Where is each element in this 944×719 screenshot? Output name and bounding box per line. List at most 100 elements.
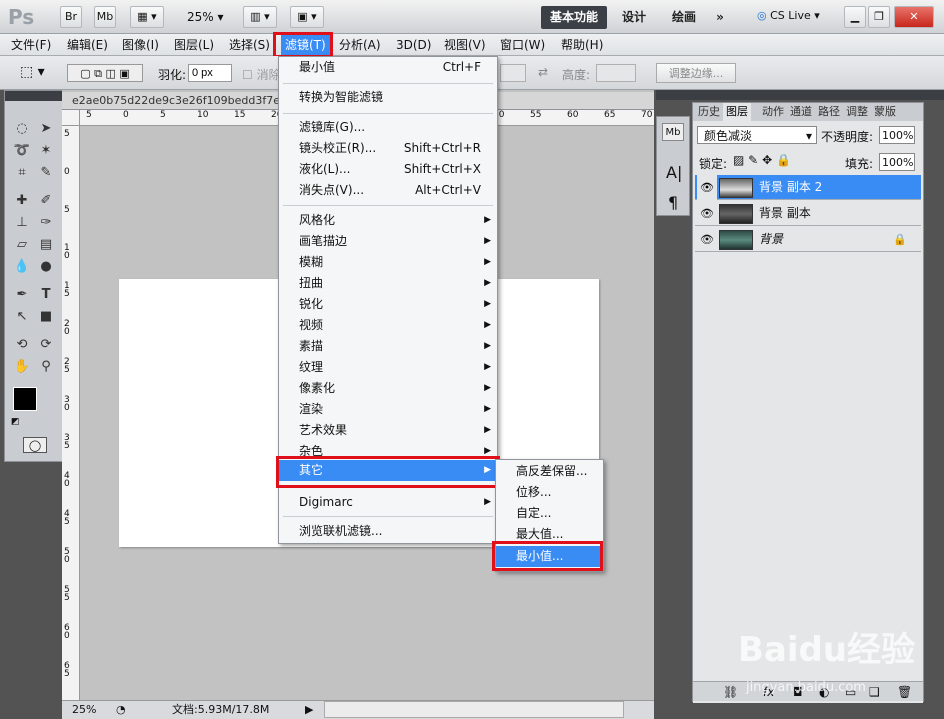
menu-view[interactable]: 视图(V) — [444, 34, 486, 56]
menu-file[interactable]: 文件(F) — [11, 34, 51, 56]
new-selection-icon[interactable]: ▢ — [80, 67, 90, 80]
menu-image[interactable]: 图像(I) — [122, 34, 159, 56]
zoom-level-dropdown[interactable]: 25% ▾ — [187, 10, 224, 24]
intersect-selection-icon[interactable]: ▣ — [119, 67, 129, 80]
blur-tool-icon[interactable]: 💧 — [11, 257, 33, 277]
hand-tool-icon[interactable]: ✋ — [11, 357, 33, 377]
tools-panel-header[interactable] — [5, 91, 65, 101]
gradient-tool-icon[interactable]: ▤ — [35, 235, 57, 255]
tab-paths[interactable]: 路径 — [815, 103, 843, 121]
brush-tool-icon[interactable]: ✐ — [35, 191, 57, 211]
tab-adjustments[interactable]: 调整 — [843, 103, 871, 121]
layer-row[interactable]: 👁 背景 副本 2 — [695, 175, 921, 200]
foreground-color-swatch[interactable] — [13, 387, 37, 411]
default-colors-icon[interactable]: ◩ — [11, 417, 20, 427]
link-layers-icon[interactable]: ⛓ — [723, 682, 738, 702]
menu-edit[interactable]: 编辑(E) — [67, 34, 108, 56]
filter-category-artistic[interactable]: 艺术效果 ▶ — [279, 420, 497, 441]
type-tool-icon[interactable]: T — [35, 285, 57, 305]
filter-category-texture[interactable]: 纹理 ▶ — [279, 357, 497, 378]
pen-tool-icon[interactable]: ✒ — [11, 285, 33, 305]
workspace-design-button[interactable]: 设计 — [616, 6, 652, 29]
status-zoom-icon[interactable]: ◔ — [116, 701, 126, 719]
filter-gallery[interactable]: 滤镜库(G)... — [279, 117, 497, 138]
new-layer-icon[interactable]: ❑ — [869, 682, 880, 702]
menu-select[interactable]: 选择(S) — [229, 34, 270, 56]
cs-live-button[interactable]: ◎ CS Live ▾ — [757, 9, 820, 22]
crop-tool-icon[interactable]: ⌗ — [11, 163, 33, 183]
minimize-button[interactable]: ▁ — [844, 6, 866, 28]
layer-row[interactable]: 👁 背景 🔒 — [695, 227, 921, 252]
clone-stamp-tool-icon[interactable]: ⊥ — [11, 213, 33, 233]
menu-layer[interactable]: 图层(L) — [174, 34, 214, 56]
filter-category-distort[interactable]: 扭曲 ▶ — [279, 273, 497, 294]
history-brush-tool-icon[interactable]: ✑ — [35, 213, 57, 233]
antialias-checkbox[interactable]: ☐ 消除 — [242, 66, 281, 83]
filter-digimarc[interactable]: Digimarc ▶ — [279, 492, 497, 513]
selection-mode-buttons[interactable]: ▢ ⧉ ◫ ▣ — [67, 64, 143, 82]
tab-channels[interactable]: 通道 — [787, 103, 815, 121]
path-selection-tool-icon[interactable]: ↖ — [11, 307, 33, 327]
move-tool-icon[interactable]: ➤ — [35, 119, 57, 139]
tab-layers[interactable]: 图层 — [723, 103, 751, 121]
view-extras-button[interactable]: ▦ ▾ — [130, 6, 164, 28]
restore-button[interactable]: ❐ — [868, 6, 890, 28]
refine-edge-button[interactable]: 调整边缘... — [656, 63, 736, 83]
subtract-selection-icon[interactable]: ◫ — [105, 67, 115, 80]
eye-icon[interactable]: 👁 — [697, 175, 717, 200]
filter-category-render[interactable]: 渲染 ▶ — [279, 399, 497, 420]
lock-all-icon[interactable]: 🔒 — [776, 153, 791, 167]
lock-position-icon[interactable]: ✥ — [762, 153, 772, 167]
more-workspaces-button[interactable]: » — [708, 6, 732, 29]
eye-icon[interactable]: 👁 — [697, 201, 717, 226]
menu-window[interactable]: 窗口(W) — [500, 34, 545, 56]
status-menu-arrow-icon[interactable]: ▶ — [305, 701, 313, 719]
layer-row[interactable]: 👁 背景 副本 — [695, 201, 921, 226]
eye-icon[interactable]: 👁 — [697, 227, 717, 252]
lock-transparency-icon[interactable]: ▨ — [733, 153, 744, 167]
lasso-tool-icon[interactable]: ➰ — [11, 141, 33, 161]
mini-bridge-panel-icon[interactable]: Mb — [662, 123, 684, 141]
other-custom[interactable]: 自定... — [496, 503, 603, 524]
workspace-essentials-button[interactable]: 基本功能 — [541, 6, 607, 29]
menu-3d[interactable]: 3D(D) — [396, 34, 431, 56]
horizontal-scrollbar[interactable] — [324, 701, 624, 718]
paragraph-panel-icon[interactable]: ¶ — [668, 193, 678, 212]
ruler-origin[interactable] — [62, 110, 80, 126]
eraser-tool-icon[interactable]: ▱ — [11, 235, 33, 255]
width-input[interactable] — [500, 64, 526, 82]
feather-input[interactable] — [188, 64, 232, 82]
add-selection-icon[interactable]: ⧉ — [94, 67, 102, 80]
dodge-tool-icon[interactable]: ● — [35, 257, 57, 277]
filter-last-filter[interactable]: 最小值 Ctrl+F — [279, 57, 497, 78]
3d-orbit-tool-icon[interactable]: ⟳ — [35, 335, 57, 355]
delete-layer-icon[interactable]: 🗑 — [897, 682, 912, 702]
filter-vanishing-point[interactable]: 消失点(V)... Alt+Ctrl+V — [279, 180, 497, 201]
filter-category-stylize[interactable]: 风格化 ▶ — [279, 210, 497, 231]
healing-brush-tool-icon[interactable]: ✚ — [11, 191, 33, 211]
tab-actions[interactable]: 动作 — [759, 103, 787, 121]
opacity-input[interactable]: 100% — [879, 126, 915, 144]
other-high-pass[interactable]: 高反差保留... — [496, 461, 603, 482]
close-button[interactable]: ✕ — [894, 6, 934, 28]
height-input[interactable] — [596, 64, 636, 82]
blend-mode-select[interactable]: 颜色减淡 ▾ — [697, 126, 817, 144]
filter-convert-smart[interactable]: 转换为智能滤镜 — [279, 87, 497, 108]
menu-help[interactable]: 帮助(H) — [561, 34, 603, 56]
filter-category-blur[interactable]: 模糊 ▶ — [279, 252, 497, 273]
arrange-documents-button[interactable]: ▥ ▾ — [243, 6, 277, 28]
magic-wand-tool-icon[interactable]: ✶ — [35, 141, 57, 161]
status-zoom[interactable]: 25% — [72, 701, 96, 719]
vertical-ruler[interactable]: 5 0 5 1 0 1 5 2 0 2 5 3 0 3 5 4 0 4 5 5 0 5 5 6 0 6 5 — [62, 126, 80, 702]
lock-pixels-icon[interactable]: ✎ — [748, 153, 758, 167]
character-panel-icon[interactable]: A| — [666, 163, 682, 182]
mini-bridge-button[interactable]: Mb — [94, 6, 116, 28]
tab-history[interactable]: 历史 — [696, 103, 722, 121]
fill-input[interactable]: 100% — [879, 153, 915, 171]
filter-category-sketch[interactable]: 素描 ▶ — [279, 336, 497, 357]
panel-dock-header[interactable] — [656, 90, 944, 100]
filter-browse-online[interactable]: 浏览联机滤镜... — [279, 521, 497, 542]
swap-dimensions-icon[interactable]: ⇄ — [538, 65, 548, 79]
filter-category-noise[interactable]: 杂色 ▶ — [279, 441, 497, 457]
other-offset[interactable]: 位移... — [496, 482, 603, 503]
